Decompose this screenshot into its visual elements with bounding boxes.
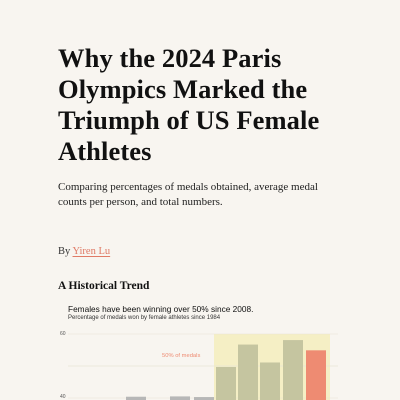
chart-title: Females have been winning over 50% since… [68, 304, 254, 314]
author-link[interactable]: Yiren Lu [73, 246, 111, 257]
page-title: Why the 2024 Paris Olympics Marked the T… [58, 43, 320, 166]
article: Why the 2024 Paris Olympics Marked the T… [58, 0, 358, 400]
byline-prefix: By [58, 246, 71, 257]
chart-subtitle: Percentage of medals won by female athle… [68, 315, 221, 321]
byline: By Yiren Lu [58, 246, 110, 257]
article-dek: Comparing percentages of medals obtained… [58, 181, 318, 208]
section-title: A Historical Trend [58, 280, 150, 292]
